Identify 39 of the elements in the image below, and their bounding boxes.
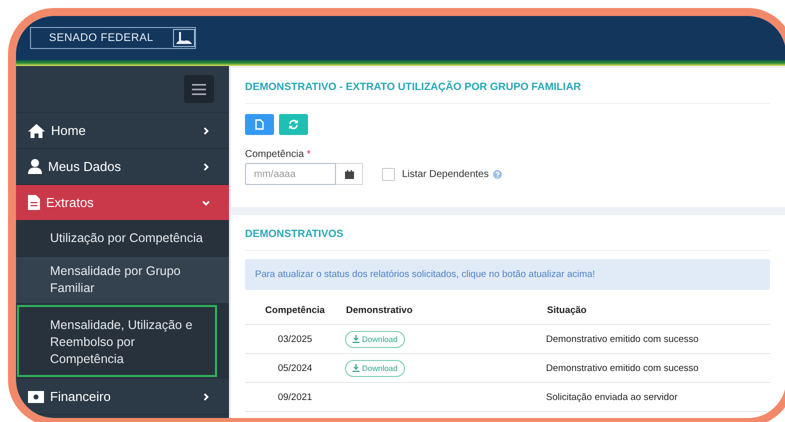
chevron-down-icon (202, 198, 210, 206)
refresh-icon (288, 119, 299, 130)
table-cell: Solicitação enviada ao servidor (546, 392, 678, 402)
checkbox[interactable] (382, 168, 395, 180)
field-label: Competência * (245, 149, 312, 160)
download-icon (352, 364, 360, 372)
checkbox-label: Listar Dependentes (402, 168, 489, 180)
chevron-right-icon (202, 392, 210, 400)
column-header: Competência (265, 304, 325, 316)
card-title: DEMONSTRATIVO - EXTRATO UTILIZAÇÃO POR GRUPO FAMILIAR (245, 68, 770, 104)
user-icon (28, 159, 42, 174)
document-icon (255, 119, 264, 130)
home-icon (28, 124, 45, 138)
card-title: DEMONSTRATIVOS (245, 215, 770, 251)
document-button[interactable] (245, 114, 274, 135)
table-cell: 03/2025 (278, 334, 312, 344)
table-cell: Demonstrativo emitido com sucesso (546, 362, 699, 374)
chevron-right-icon (202, 126, 210, 134)
refresh-button[interactable] (279, 114, 308, 135)
help-icon[interactable] (492, 170, 502, 178)
logo-text: SENADO FEDERAL (49, 32, 154, 44)
chevron-right-icon (202, 162, 210, 170)
info-alert: Para atualizar o status dos relatórios solicitados, clique no botão atualizar acima! (245, 259, 770, 290)
menu-icon (192, 84, 206, 94)
sidebar-item[interactable]: Home (16, 113, 229, 149)
table-cell: 05/2024 (278, 362, 312, 374)
sidebar-item[interactable]: Financeiro (16, 379, 229, 415)
calendar-button[interactable] (336, 163, 363, 185)
date-field[interactable]: mm/aaaa (245, 163, 336, 185)
sidebar-item[interactable]: Extratos (16, 185, 229, 221)
table-cell: 09/2021 (278, 392, 312, 402)
calendar-icon (344, 170, 354, 178)
menu-button[interactable] (184, 75, 214, 103)
column-header: Situação (547, 304, 587, 316)
download-icon (352, 335, 360, 343)
document-icon (28, 195, 40, 210)
banknote-icon (28, 390, 44, 402)
table-cell: Demonstrativo emitido com sucesso (546, 334, 699, 344)
column-header: Demonstrativo (346, 304, 413, 316)
